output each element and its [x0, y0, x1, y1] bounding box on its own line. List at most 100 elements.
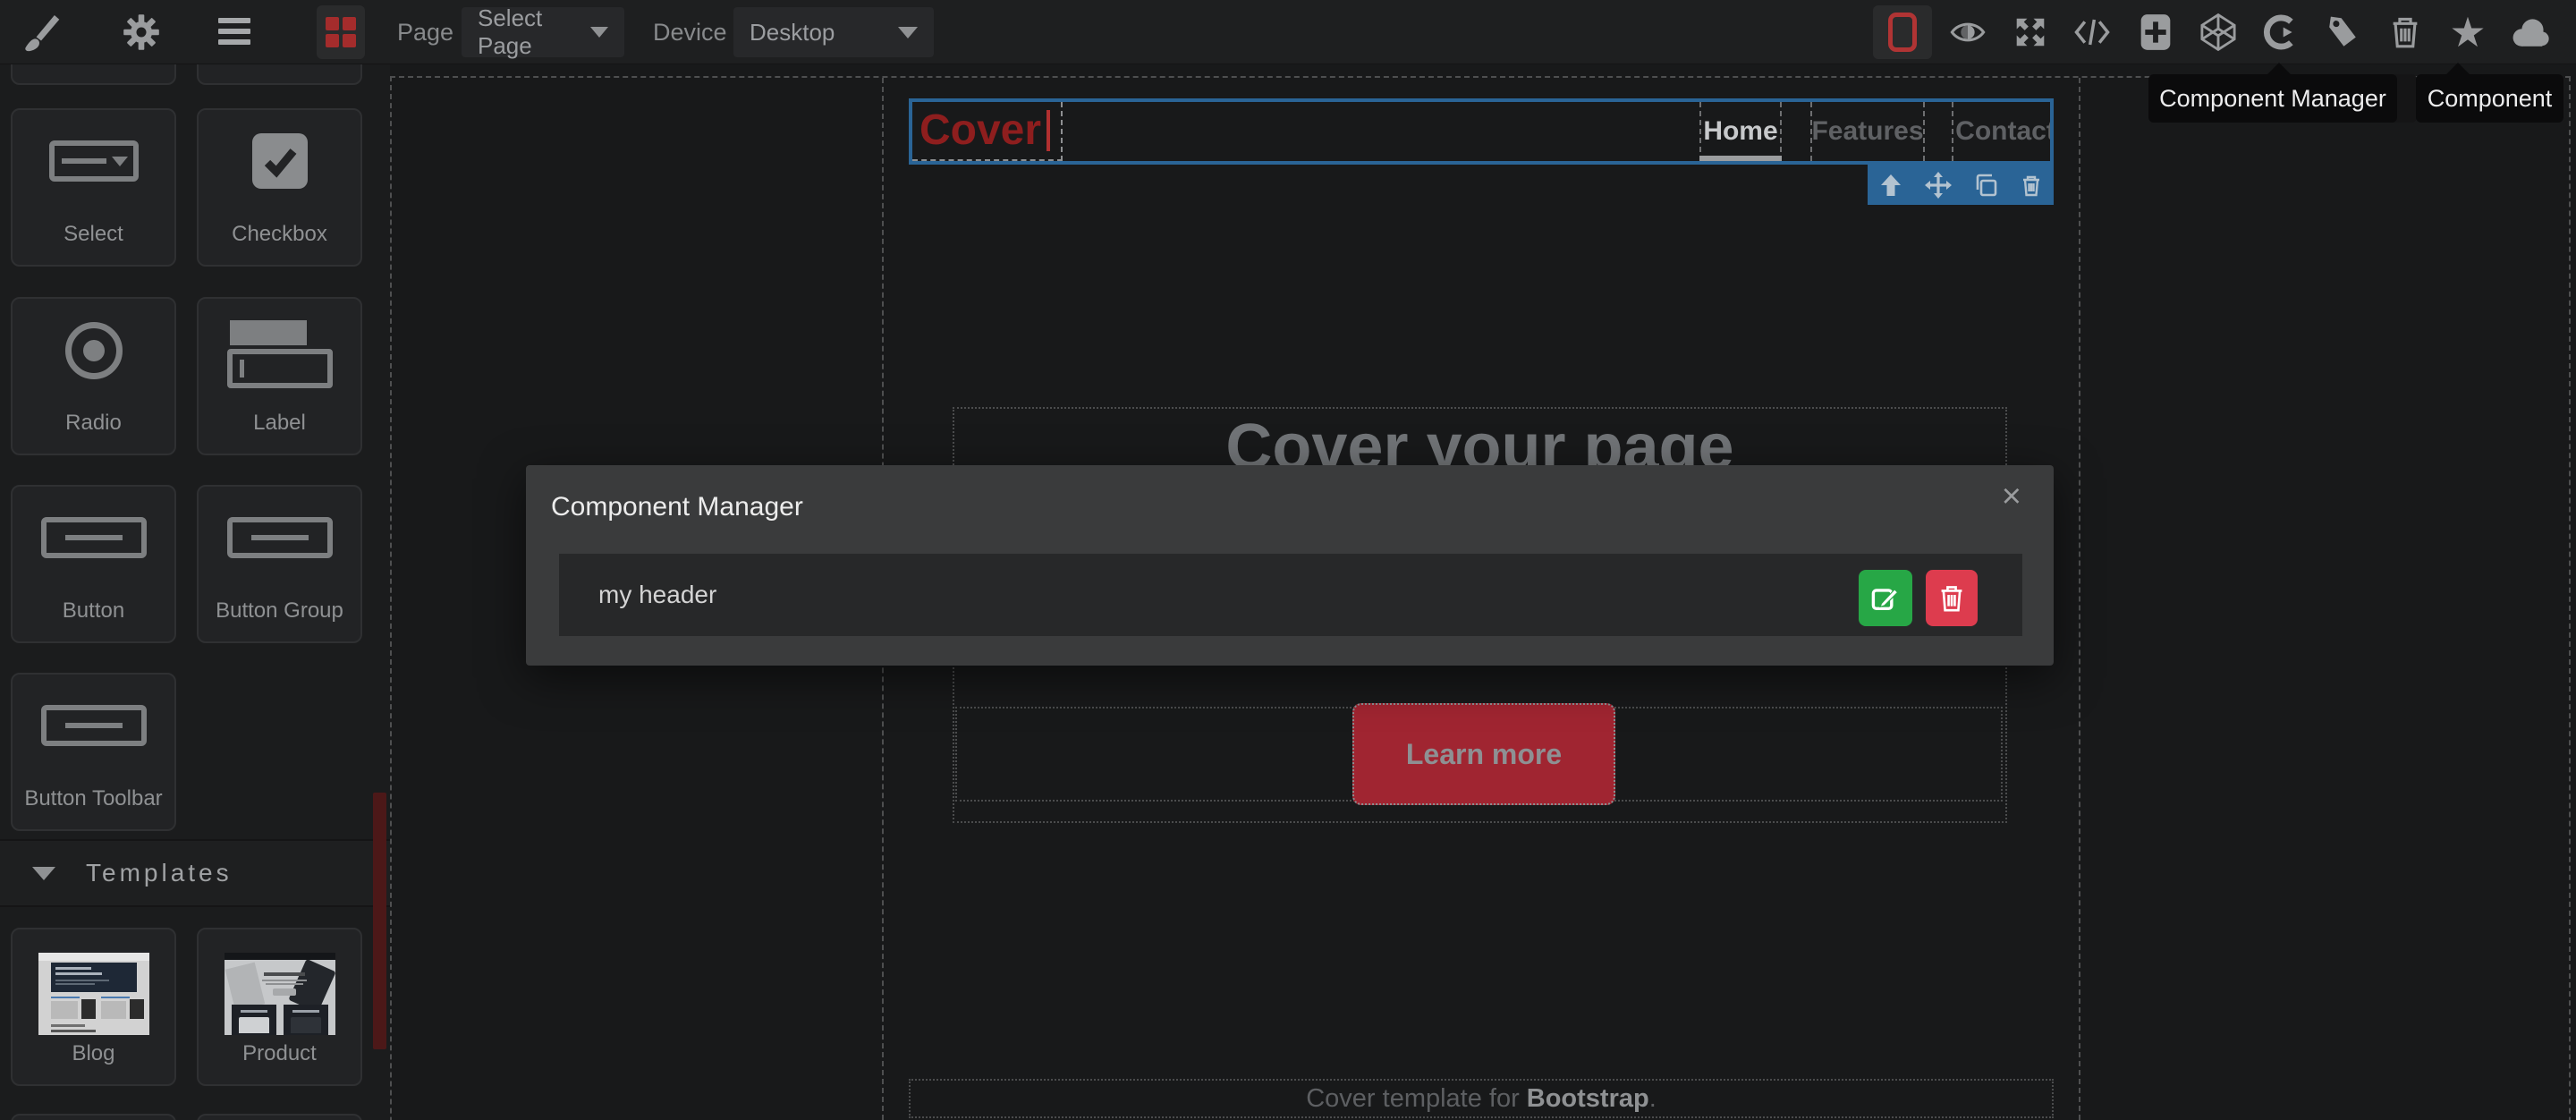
button-block-icon	[13, 517, 174, 558]
border-visibility-icon	[1888, 13, 1917, 52]
copy-icon[interactable]	[1973, 173, 1998, 198]
caret-down-icon	[590, 27, 608, 38]
top-toolbar: Page Select Page Device Desktop	[0, 0, 2576, 64]
tooltip-arrow	[2267, 63, 2292, 75]
device-label: Device	[653, 0, 727, 64]
blocks-panel-toggle[interactable]	[317, 5, 365, 59]
caret-down-icon	[32, 867, 55, 880]
cloud-icon[interactable]	[2510, 0, 2551, 64]
radio-block-icon	[13, 322, 174, 379]
import-plus-icon[interactable]	[2136, 0, 2175, 64]
block-label: Label	[199, 411, 360, 436]
block-card-partial[interactable]	[11, 1114, 176, 1120]
nav-item-contact[interactable]: Contact	[1952, 102, 2054, 161]
page-label: Page	[397, 0, 453, 64]
checkbox-block-icon	[199, 133, 360, 189]
modal-close-button[interactable]: ×	[2002, 479, 2021, 513]
brand-component[interactable]: Cover	[912, 102, 1063, 161]
component-toolbar	[1868, 165, 2054, 205]
templates-header-label: Templates	[86, 859, 233, 887]
edit-component-button[interactable]	[1859, 570, 1912, 626]
tooltip-text: Component	[2428, 85, 2553, 113]
component-manager-icon[interactable]	[2259, 0, 2301, 64]
block-card-partial[interactable]	[197, 64, 362, 85]
button-toolbar-block-icon	[13, 705, 174, 746]
page-select-value: Select Page	[478, 4, 576, 60]
brand-text[interactable]: Cover	[912, 109, 1041, 152]
move-icon[interactable]	[1925, 172, 1952, 199]
block-label: Product	[199, 1041, 360, 1066]
nav-active-underline	[1699, 156, 1782, 161]
blog-template-thumbnail	[38, 953, 149, 1035]
nav-item-label: Home	[1703, 116, 1777, 147]
preview-eye-icon[interactable]	[1948, 0, 1987, 64]
device-select-value: Desktop	[750, 19, 835, 47]
save-component-star-icon[interactable]: ★	[2447, 0, 2488, 64]
block-card-partial[interactable]	[197, 1114, 362, 1120]
saved-component-name: my header	[598, 581, 716, 609]
page-builder-app: Cover Home Features Contact	[0, 0, 2576, 1120]
modal-title: Component Manager	[551, 492, 803, 522]
button-group-block-icon	[199, 517, 360, 558]
select-block-icon	[13, 140, 174, 182]
footer-period: .	[1649, 1084, 1657, 1114]
block-label: Blog	[13, 1041, 174, 1066]
block-card-partial[interactable]	[11, 64, 176, 85]
block-card-product[interactable]: Product	[197, 928, 362, 1086]
text-cursor-caret	[1046, 110, 1050, 151]
component-manager-modal: Component Manager × my header	[526, 465, 2054, 666]
footer-component[interactable]: Cover template for Bootstrap .	[909, 1079, 2054, 1118]
style-brush-icon[interactable]	[14, 0, 68, 64]
select-parent-icon[interactable]	[1878, 173, 1903, 198]
block-card-radio[interactable]: Radio	[11, 297, 176, 455]
block-label: Button	[13, 598, 174, 624]
caret-down-icon	[898, 27, 918, 38]
saved-component-row[interactable]: my header	[559, 554, 2022, 636]
toggle-borders-button[interactable]	[1873, 5, 1932, 59]
block-card-button-group[interactable]: Button Group	[197, 485, 362, 643]
nav-item-label: Contact	[1955, 116, 2054, 147]
block-label: Button Toolbar	[13, 786, 174, 811]
tooltip-arrow	[2445, 63, 2470, 75]
label-block-icon	[199, 320, 360, 388]
tooltip-text: Component Manager	[2159, 85, 2386, 113]
tooltip-component: Component	[2416, 74, 2563, 123]
footer-bootstrap-link[interactable]: Bootstrap	[1527, 1084, 1649, 1114]
learn-more-button[interactable]: Learn more	[1352, 703, 1615, 805]
nav-item-home[interactable]: Home	[1699, 102, 1782, 161]
blocks-grid-icon	[326, 17, 356, 47]
block-card-button[interactable]: Button	[11, 485, 176, 643]
delete-component-icon[interactable]	[2020, 173, 2043, 198]
page-select[interactable]: Select Page	[462, 7, 624, 57]
block-label: Button Group	[199, 598, 360, 624]
block-card-blog[interactable]: Blog	[11, 928, 176, 1086]
codepen-icon[interactable]	[2197, 0, 2240, 64]
settings-gear-icon[interactable]	[114, 0, 168, 64]
block-label: Radio	[13, 411, 174, 436]
sidebar-scrollbar-thumb[interactable]	[373, 793, 386, 1049]
nav-item-features[interactable]: Features	[1810, 102, 1925, 161]
product-template-thumbnail	[225, 953, 335, 1035]
delete-component-button[interactable]	[1926, 570, 1978, 626]
block-card-button-toolbar[interactable]: Button Toolbar	[11, 673, 176, 831]
block-card-select[interactable]: Select	[11, 108, 176, 267]
layers-hamburger-icon[interactable]	[218, 0, 261, 64]
block-label: Select	[13, 222, 174, 247]
trash-icon	[1939, 584, 1964, 613]
tag-icon[interactable]	[2324, 0, 2361, 64]
tooltip-component-manager: Component Manager	[2148, 74, 2397, 123]
nav-item-label: Features	[1811, 116, 1923, 147]
learn-more-label: Learn more	[1406, 738, 1562, 771]
fullscreen-icon[interactable]	[2011, 0, 2050, 64]
clear-trash-icon[interactable]	[2386, 0, 2424, 64]
header-component-selected[interactable]: Cover Home Features Contact	[909, 98, 2054, 165]
templates-section-header[interactable]: Templates	[0, 839, 390, 907]
footer-text: Cover template for	[1306, 1084, 1520, 1114]
block-label: Checkbox	[199, 222, 360, 247]
block-card-checkbox[interactable]: Checkbox	[197, 108, 362, 267]
code-view-icon[interactable]	[2072, 0, 2113, 64]
blocks-panel: Select Checkbox Radio	[0, 64, 390, 1120]
edit-pencil-icon	[1870, 583, 1901, 614]
block-card-label[interactable]: Label	[197, 297, 362, 455]
device-select[interactable]: Desktop	[733, 7, 934, 57]
